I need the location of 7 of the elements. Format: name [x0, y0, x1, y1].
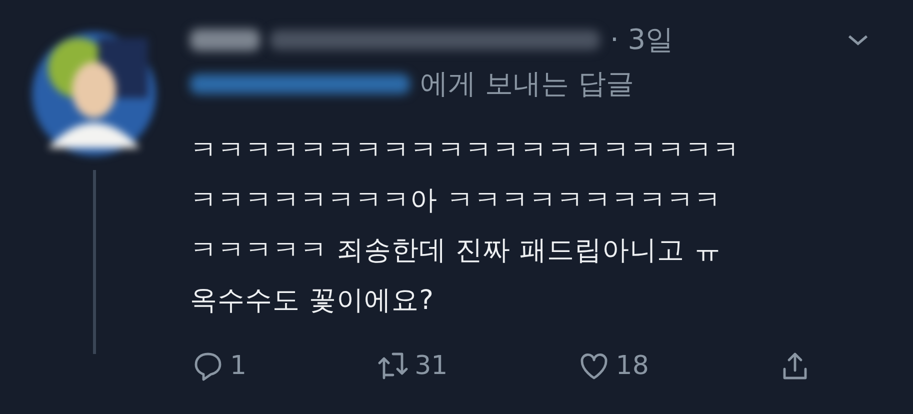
timestamp: · 3일 [610, 22, 674, 58]
retweet-button[interactable]: 31 [374, 348, 448, 384]
reply-button[interactable]: 1 [190, 348, 247, 384]
like-button[interactable]: 18 [576, 348, 649, 384]
reply-context: 에게 보내는 답글 [420, 66, 634, 102]
tweet-text: ㅋㅋㅋㅋㅋㅋㅋㅋㅋㅋㅋㅋㅋㅋㅋㅋㅋㅋㅋㅋ ㅋㅋㅋㅋㅋㅋㅋㅋ아 ㅋㅋㅋㅋㅋㅋㅋㅋㅋㅋ ㅋㅋㅋㅋㅋ 죄송한데 진짜 패드립아니고 ㅠ 옥수수도 꽃이에요? [190, 134, 741, 318]
redacted-name [190, 29, 260, 51]
